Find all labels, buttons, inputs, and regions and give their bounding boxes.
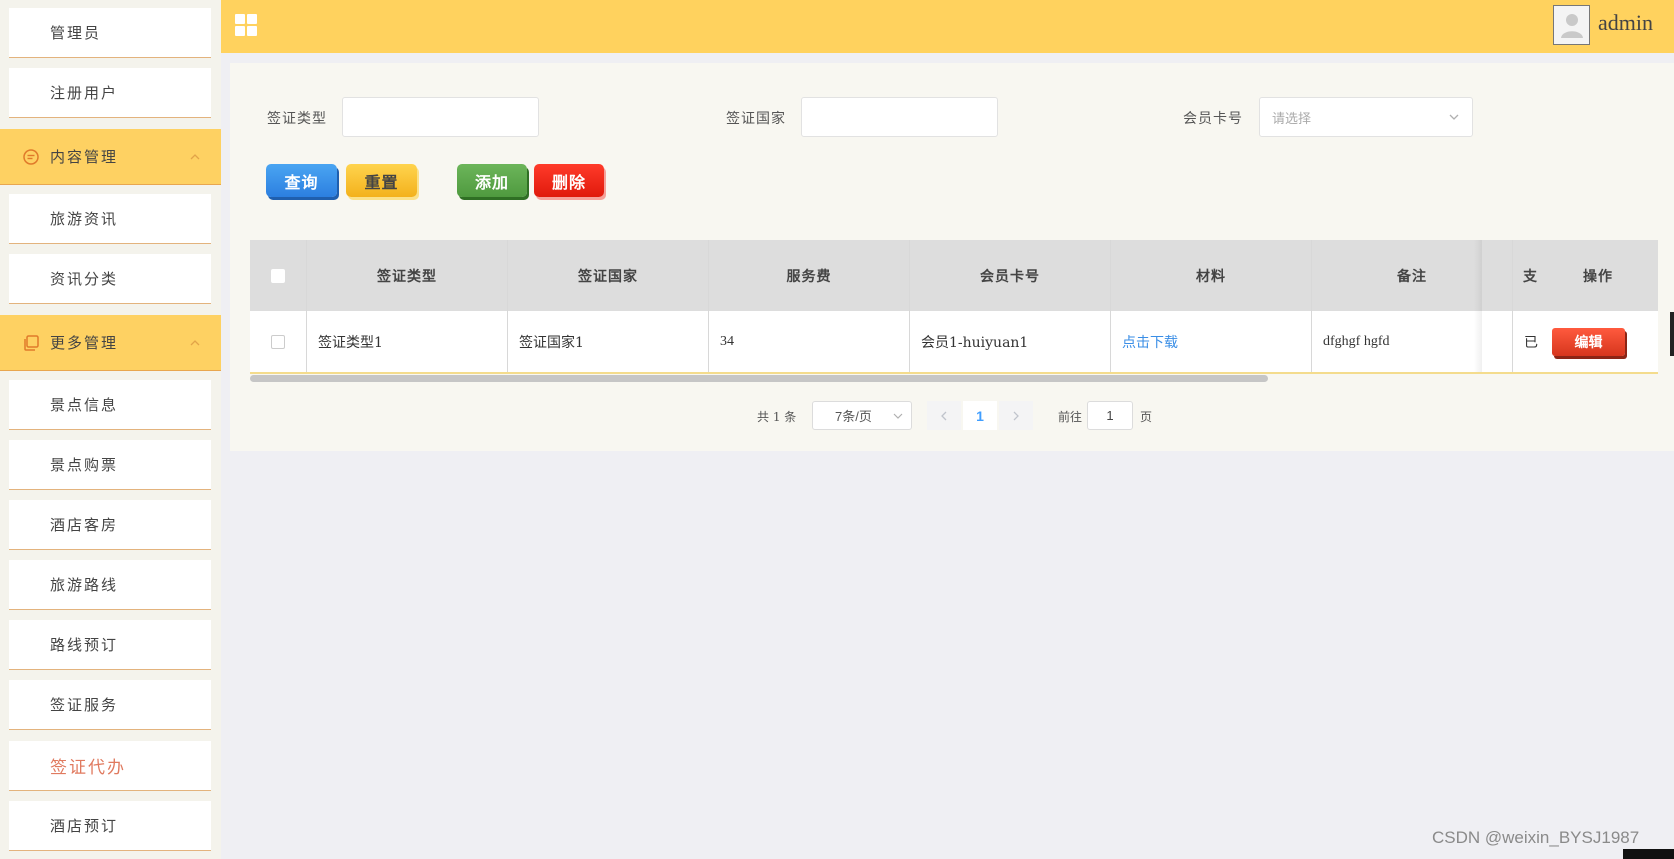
prev-page-button[interactable]	[927, 401, 961, 430]
visa-country-label: 签证国家	[726, 111, 786, 127]
sidebar-group-more[interactable]: 更多管理	[0, 315, 221, 371]
row-divider	[250, 372, 1658, 374]
page-number-button[interactable]: 1	[963, 401, 997, 430]
member-card-select[interactable]: 请选择	[1259, 97, 1473, 137]
table-cell: 签证类型1	[307, 311, 508, 373]
reset-button[interactable]: 重置	[346, 164, 417, 197]
sidebar-item-label: 景点购票	[50, 456, 119, 474]
sidebar-item-hotel-rooms[interactable]: 酒店客房	[9, 500, 211, 550]
sidebar-item-visa-agency[interactable]: 签证代办	[9, 741, 211, 791]
sidebar-item-visa-service[interactable]: 签证服务	[9, 680, 211, 730]
sidebar-item-registered-users[interactable]: 注册用户	[9, 68, 211, 118]
sidebar-group-content[interactable]: 内容管理	[0, 129, 221, 185]
sidebar-item-admin[interactable]: 管理员	[9, 8, 211, 58]
chevron-up-icon	[190, 340, 200, 346]
column-header[interactable]: 会员卡号	[910, 240, 1111, 311]
table-cell: 会员1-huiyuan1	[910, 311, 1111, 373]
message-icon	[22, 148, 40, 166]
sidebar: 管理员 注册用户 内容管理 旅游资讯 资讯分类 更多管理 景点信息 景点购票 酒…	[0, 0, 221, 859]
edge-strip	[1623, 849, 1674, 859]
sidebar-item-label: 签证服务	[50, 696, 119, 714]
page-size-select[interactable]: 7条/页	[812, 401, 912, 430]
sidebar-item-label: 酒店客房	[50, 516, 119, 534]
sidebar-item-scenic-info[interactable]: 景点信息	[9, 380, 211, 430]
content-panel: 签证类型 签证国家 会员卡号 请选择 查询 重置 添加 删除 签证类型 签证国家…	[230, 63, 1674, 451]
sidebar-item-scenic-tickets[interactable]: 景点购票	[9, 440, 211, 490]
sidebar-item-news-category[interactable]: 资讯分类	[9, 254, 211, 304]
grid-icon[interactable]	[235, 14, 259, 38]
member-card-label: 会员卡号	[1183, 111, 1243, 127]
column-header[interactable]: 材料	[1111, 240, 1312, 311]
chevron-down-icon	[1449, 114, 1459, 120]
edge-handle	[1670, 312, 1674, 356]
sidebar-item-label: 旅游路线	[50, 576, 119, 594]
table-cell: 点击下载	[1111, 311, 1312, 373]
copy-icon	[22, 334, 40, 352]
column-header[interactable]: 服务费	[709, 240, 910, 311]
goto-page-input[interactable]: 1	[1087, 401, 1133, 430]
sidebar-item-label: 路线预订	[50, 636, 119, 654]
sidebar-group-label: 内容管理	[50, 148, 119, 166]
row-checkbox[interactable]	[271, 335, 285, 349]
sidebar-group-label: 更多管理	[50, 334, 119, 352]
sidebar-item-label: 管理员	[50, 24, 102, 42]
select-all-header	[250, 240, 307, 311]
top-header: admin	[221, 0, 1674, 53]
download-link[interactable]: 点击下载	[1122, 332, 1178, 352]
add-button[interactable]: 添加	[457, 164, 527, 197]
sidebar-item-label: 景点信息	[50, 396, 119, 414]
next-page-button[interactable]	[999, 401, 1033, 430]
visa-type-input[interactable]	[342, 97, 539, 137]
table-cell: 签证国家1	[508, 311, 709, 373]
column-header: 操作	[1538, 240, 1658, 311]
sidebar-item-hotel-booking[interactable]: 酒店预订	[9, 801, 211, 851]
visa-country-input[interactable]	[801, 97, 998, 137]
edit-button[interactable]: 编辑	[1552, 328, 1625, 356]
column-header[interactable]: 签证国家	[508, 240, 709, 311]
page-suffix: 页	[1140, 410, 1153, 424]
column-header[interactable]: 签证类型	[307, 240, 508, 311]
sidebar-item-travel-news[interactable]: 旅游资讯	[9, 194, 211, 244]
table-cell: 编辑	[1538, 311, 1658, 373]
chevron-right-icon	[1013, 411, 1019, 420]
column-header[interactable]: 备注	[1312, 240, 1513, 311]
watermark: CSDN @weixin_BYSJ1987	[1432, 828, 1640, 847]
table-cell: 34	[709, 311, 910, 373]
chevron-up-icon	[190, 154, 200, 160]
member-card-placeholder: 请选择	[1272, 110, 1312, 126]
fixed-column-shadow	[1474, 240, 1482, 373]
visa-type-label: 签证类型	[267, 111, 327, 127]
total-count: 共 1 条	[757, 410, 797, 424]
chevron-left-icon	[941, 411, 947, 420]
page-size-value: 7条/页	[835, 409, 872, 424]
sidebar-item-label: 酒店预订	[50, 817, 119, 835]
sidebar-item-travel-routes[interactable]: 旅游路线	[9, 560, 211, 610]
select-all-checkbox[interactable]	[271, 268, 285, 283]
username[interactable]: admin	[1598, 10, 1653, 36]
table-row	[250, 311, 307, 373]
chevron-down-icon	[893, 413, 903, 419]
query-button[interactable]: 查询	[266, 164, 337, 197]
sidebar-item-label: 资讯分类	[50, 270, 119, 288]
table-cell: dfghgf hgfd	[1312, 311, 1513, 373]
goto-label: 前往	[1058, 410, 1083, 424]
sidebar-item-label: 签证代办	[50, 758, 126, 778]
sidebar-item-label: 旅游资讯	[50, 210, 119, 228]
user-avatar-icon[interactable]	[1553, 5, 1590, 45]
delete-button[interactable]: 删除	[534, 164, 604, 197]
data-table: 签证类型 签证国家 服务费 会员卡号 材料 备注 支 操作 签证类型1 签证国家…	[250, 240, 1658, 383]
sidebar-item-label: 注册用户	[50, 84, 119, 102]
table-scrollbar[interactable]	[250, 375, 1268, 382]
sidebar-item-route-booking[interactable]: 路线预订	[9, 620, 211, 670]
